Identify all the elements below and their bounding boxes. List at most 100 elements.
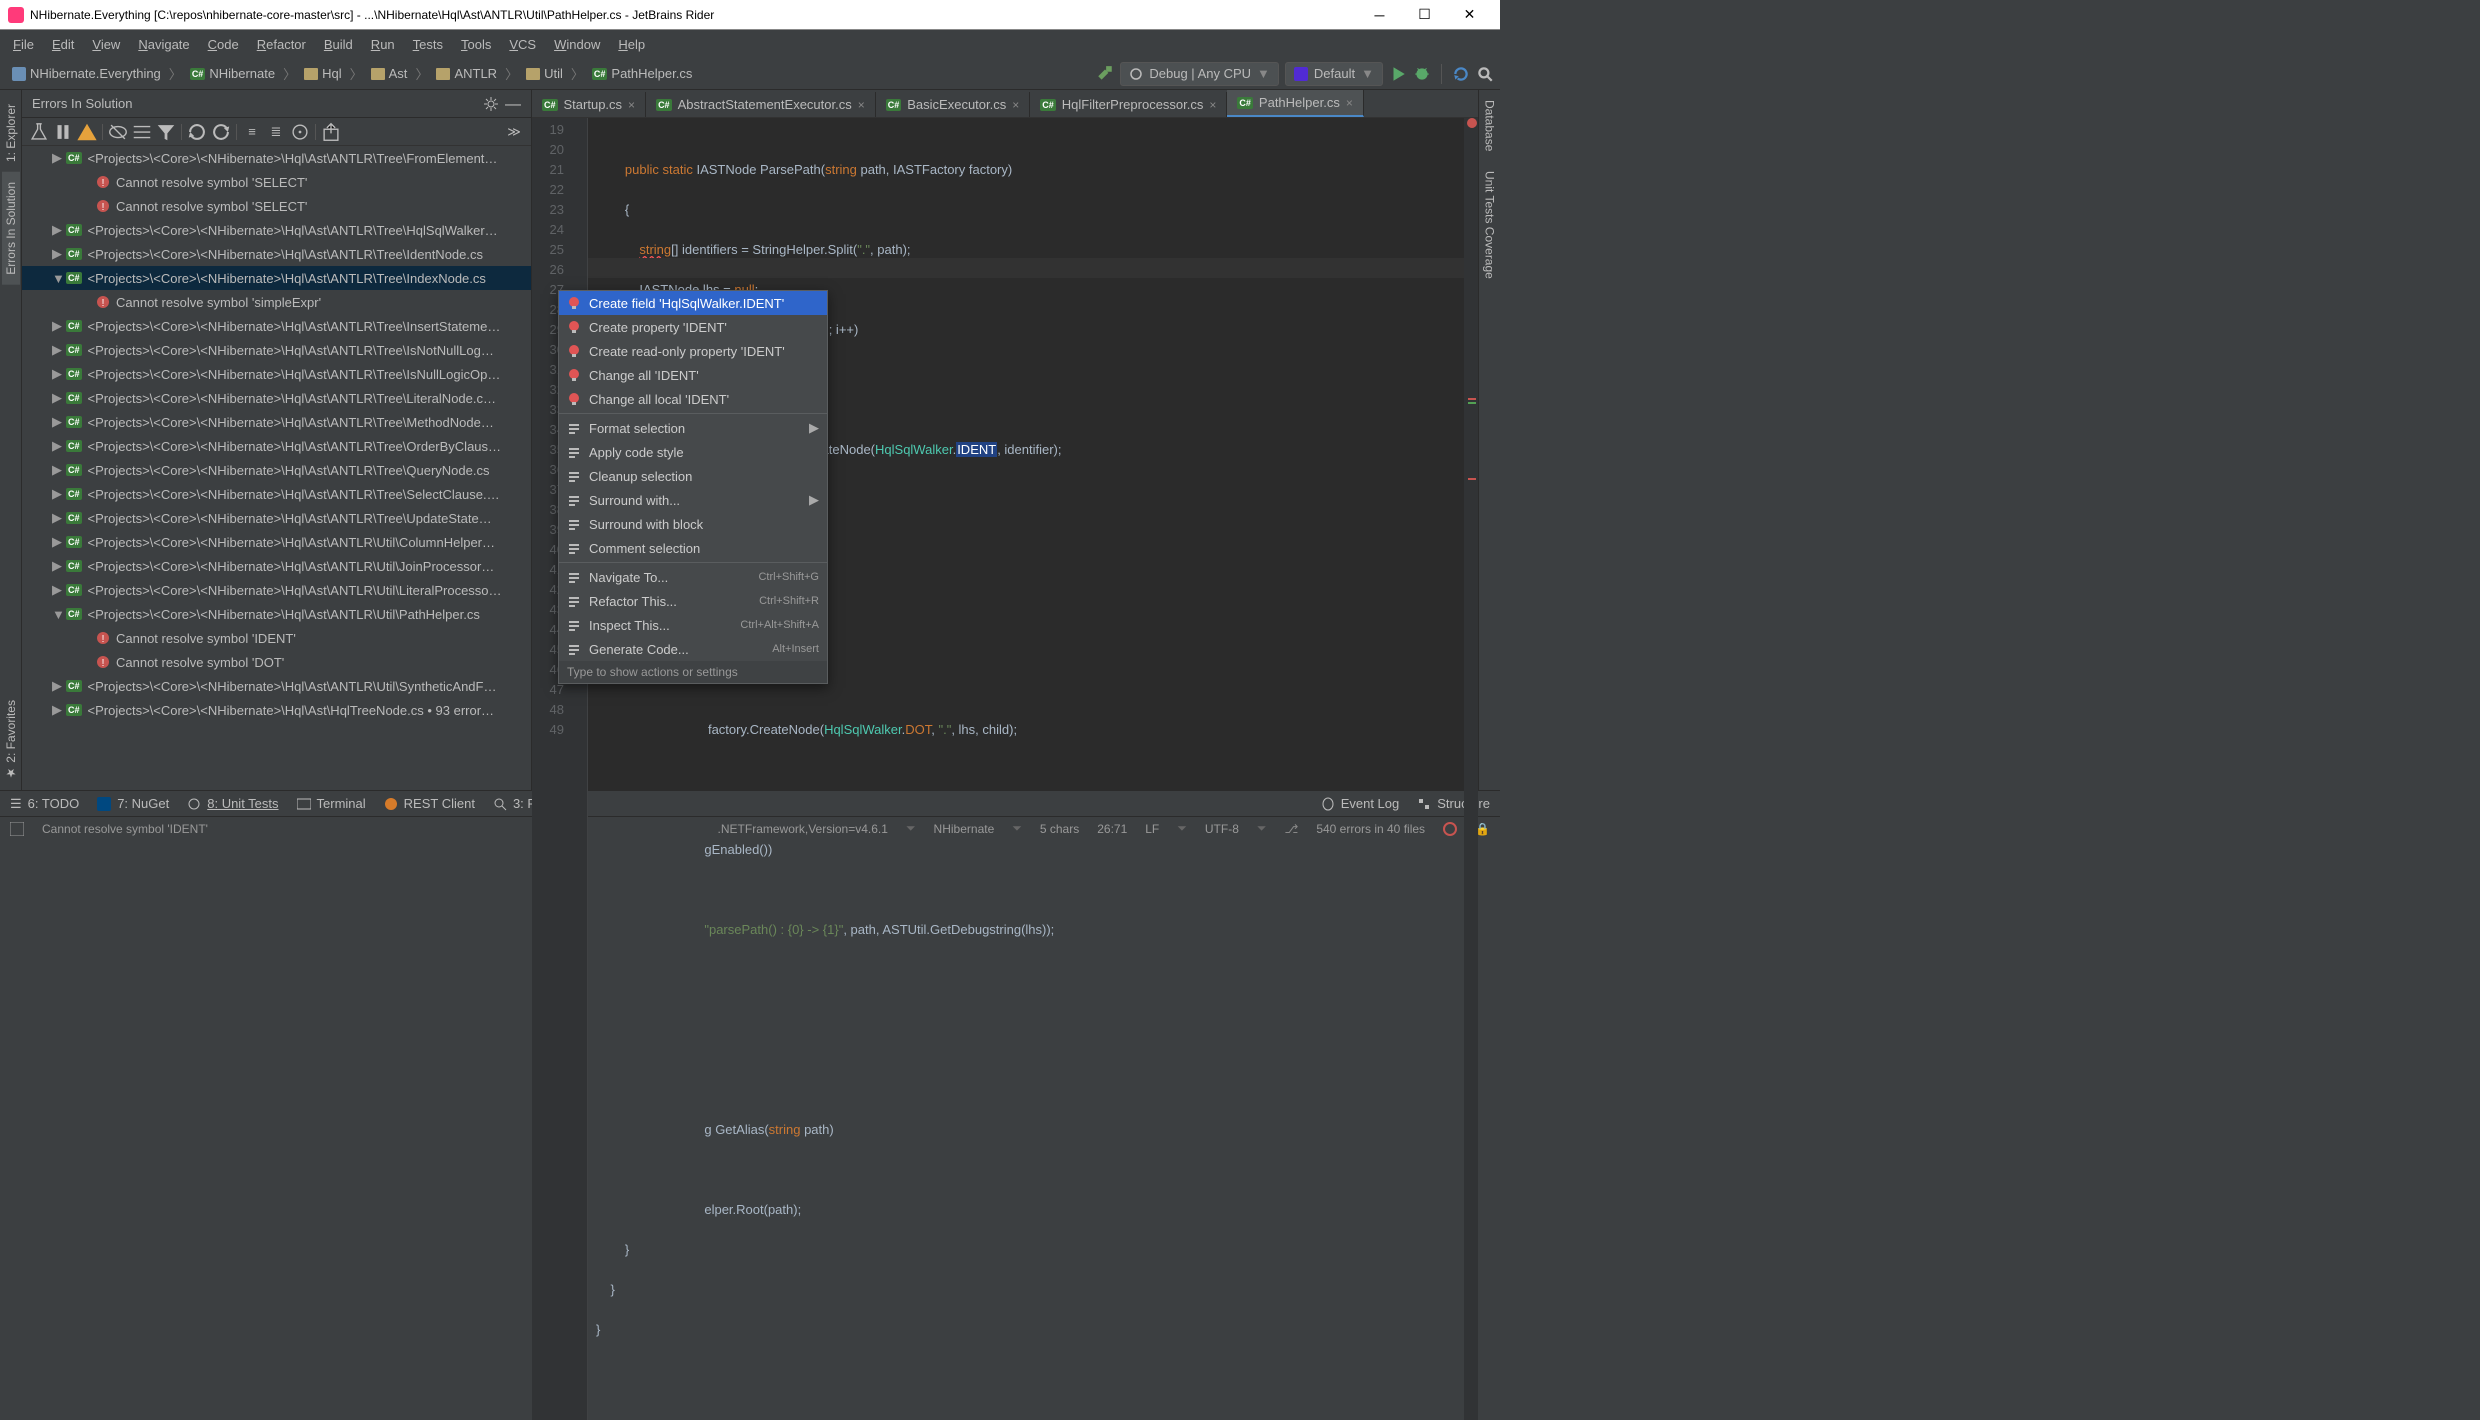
action-create-field-hqlsqlwalker-ident-[interactable]: Create field 'HqlSqlWalker.IDENT' (559, 291, 827, 315)
menu-tests[interactable]: Tests (404, 33, 452, 56)
crumb-3[interactable]: Ast (365, 64, 414, 83)
bottom-nuget[interactable]: 7: NuGet (97, 796, 169, 811)
menu-edit[interactable]: Edit (43, 33, 83, 56)
file-item[interactable]: ▶C#<Projects>\<Core>\<NHibernate>\Hql\As… (22, 362, 531, 386)
file-item[interactable]: ▶C#<Projects>\<Core>\<NHibernate>\Hql\As… (22, 314, 531, 338)
file-item[interactable]: ▶C#<Projects>\<Core>\<NHibernate>\Hql\As… (22, 410, 531, 434)
tab-basicexecutor-cs[interactable]: C#BasicExecutor.cs× (876, 92, 1031, 117)
action-apply-code-style[interactable]: Apply code style (559, 440, 827, 464)
crumb-2[interactable]: Hql (298, 64, 348, 83)
file-item[interactable]: ▶C#<Projects>\<Core>\<NHibernate>\Hql\As… (22, 146, 531, 170)
error-item[interactable]: !Cannot resolve symbol 'simpleExpr' (22, 290, 531, 314)
export-icon[interactable] (320, 121, 342, 143)
action-surround-with-block[interactable]: Surround with block (559, 512, 827, 536)
maximize-button[interactable]: ☐ (1402, 1, 1447, 29)
warning-icon[interactable] (76, 121, 98, 143)
file-item[interactable]: ▶C#<Projects>\<Core>\<NHibernate>\Hql\As… (22, 578, 531, 602)
file-item[interactable]: ▶C#<Projects>\<Core>\<NHibernate>\Hql\As… (22, 530, 531, 554)
crumb-4[interactable]: ANTLR (430, 64, 503, 83)
statusbar-icon[interactable] (10, 822, 24, 836)
tab-explorer[interactable]: 1: Explorer (2, 94, 20, 172)
hide-icon[interactable]: — (505, 96, 521, 112)
refresh-icon[interactable] (186, 121, 208, 143)
run-config-dropdown[interactable]: Default▼ (1285, 62, 1383, 86)
error-item[interactable]: !Cannot resolve symbol 'IDENT' (22, 626, 531, 650)
action-refactor-this-[interactable]: Refactor This...Ctrl+Shift+R (559, 589, 827, 613)
menu-navigate[interactable]: Navigate (129, 33, 198, 56)
debug-icon[interactable] (1413, 65, 1431, 83)
more-icon[interactable]: ≫ (503, 121, 525, 143)
tab-coverage[interactable]: Unit Tests Coverage (1481, 161, 1499, 289)
crumb-6[interactable]: C#PathHelper.cs (586, 64, 698, 83)
action-surround-with-[interactable]: Surround with...▶ (559, 488, 827, 512)
file-item[interactable]: ▶C#<Projects>\<Core>\<NHibernate>\Hql\As… (22, 338, 531, 362)
close-button[interactable]: ✕ (1447, 1, 1492, 29)
menu-help[interactable]: Help (609, 33, 654, 56)
flask-icon[interactable] (28, 121, 50, 143)
file-item[interactable]: ▶C#<Projects>\<Core>\<NHibernate>\Hql\As… (22, 242, 531, 266)
tab-errors[interactable]: Errors In Solution (2, 172, 20, 285)
bottom-todo[interactable]: ☰ 6: TODO (10, 796, 79, 812)
action-comment-selection[interactable]: Comment selection (559, 536, 827, 560)
tab-pathhelper-cs[interactable]: C#PathHelper.cs× (1227, 90, 1363, 117)
close-icon[interactable]: × (1346, 96, 1353, 110)
menu-code[interactable]: Code (199, 33, 248, 56)
menu-file[interactable]: File (4, 33, 43, 56)
expand-icon[interactable] (131, 121, 153, 143)
menu-view[interactable]: View (83, 33, 129, 56)
file-item[interactable]: ▶C#<Projects>\<Core>\<NHibernate>\Hql\As… (22, 674, 531, 698)
build-config-dropdown[interactable]: Debug | Any CPU▼ (1120, 62, 1279, 86)
action-create-read-only-property-ident-[interactable]: Create read-only property 'IDENT' (559, 339, 827, 363)
indent-icon[interactable]: ≡ (241, 121, 263, 143)
file-item[interactable]: ▶C#<Projects>\<Core>\<NHibernate>\Hql\As… (22, 482, 531, 506)
bottom-tests[interactable]: 8: Unit Tests (187, 796, 278, 811)
bottom-terminal[interactable]: Terminal (297, 796, 366, 811)
tab-database[interactable]: Database (1481, 90, 1499, 161)
menu-refactor[interactable]: Refactor (248, 33, 315, 56)
menu-vcs[interactable]: VCS (500, 33, 545, 56)
bottom-rest[interactable]: REST Client (384, 796, 475, 811)
menu-run[interactable]: Run (362, 33, 404, 56)
action-create-property-ident-[interactable]: Create property 'IDENT' (559, 315, 827, 339)
outdent-icon[interactable]: ≣ (265, 121, 287, 143)
action-cleanup-selection[interactable]: Cleanup selection (559, 464, 827, 488)
target-icon[interactable] (289, 121, 311, 143)
popup-footer[interactable]: Type to show actions or settings (559, 661, 827, 683)
error-item[interactable]: !Cannot resolve symbol 'DOT' (22, 650, 531, 674)
menu-build[interactable]: Build (315, 33, 362, 56)
refresh2-icon[interactable] (210, 121, 232, 143)
menu-window[interactable]: Window (545, 33, 609, 56)
crumb-5[interactable]: Util (520, 64, 569, 83)
minimize-button[interactable]: ─ (1357, 1, 1402, 29)
crumb-1[interactable]: C#NHibernate (184, 64, 281, 83)
action-change-all-local-ident-[interactable]: Change all local 'IDENT' (559, 387, 827, 411)
file-item[interactable]: ▶C#<Projects>\<Core>\<NHibernate>\Hql\As… (22, 458, 531, 482)
tab-hqlfilterpreprocessor-cs[interactable]: C#HqlFilterPreprocessor.cs× (1030, 92, 1227, 117)
run-icon[interactable] (1389, 65, 1407, 83)
tab-favorites[interactable]: ★ 2: Favorites (2, 696, 20, 790)
crumb-0[interactable]: NHibernate.Everything (6, 64, 167, 83)
file-item[interactable]: ▶C#<Projects>\<Core>\<NHibernate>\Hql\As… (22, 218, 531, 242)
hammer-icon[interactable] (1096, 65, 1114, 83)
close-icon[interactable]: × (1012, 98, 1019, 112)
file-item[interactable]: ▶C#<Projects>\<Core>\<NHibernate>\Hql\As… (22, 434, 531, 458)
close-icon[interactable]: × (1209, 98, 1216, 112)
action-navigate-to-[interactable]: Navigate To...Ctrl+Shift+G (559, 565, 827, 589)
error-item[interactable]: !Cannot resolve symbol 'SELECT' (22, 170, 531, 194)
search-icon[interactable] (1476, 65, 1494, 83)
error-item[interactable]: !Cannot resolve symbol 'SELECT' (22, 194, 531, 218)
file-item[interactable]: ▶C#<Projects>\<Core>\<NHibernate>\Hql\As… (22, 554, 531, 578)
tab-startup-cs[interactable]: C#Startup.cs× (532, 92, 646, 117)
file-item[interactable]: ▶C#<Projects>\<Core>\<NHibernate>\Hql\As… (22, 698, 531, 722)
hide-errors-icon[interactable] (107, 121, 129, 143)
action-generate-code-[interactable]: Generate Code...Alt+Insert (559, 637, 827, 661)
close-icon[interactable]: × (628, 98, 635, 112)
update-icon[interactable] (1452, 65, 1470, 83)
pause-icon[interactable] (52, 121, 74, 143)
file-item[interactable]: ▼C#<Projects>\<Core>\<NHibernate>\Hql\As… (22, 602, 531, 626)
file-item[interactable]: ▼C#<Projects>\<Core>\<NHibernate>\Hql\As… (22, 266, 531, 290)
close-icon[interactable]: × (858, 98, 865, 112)
action-inspect-this-[interactable]: Inspect This...Ctrl+Alt+Shift+A (559, 613, 827, 637)
gear-icon[interactable] (483, 96, 499, 112)
action-change-all-ident-[interactable]: Change all 'IDENT' (559, 363, 827, 387)
